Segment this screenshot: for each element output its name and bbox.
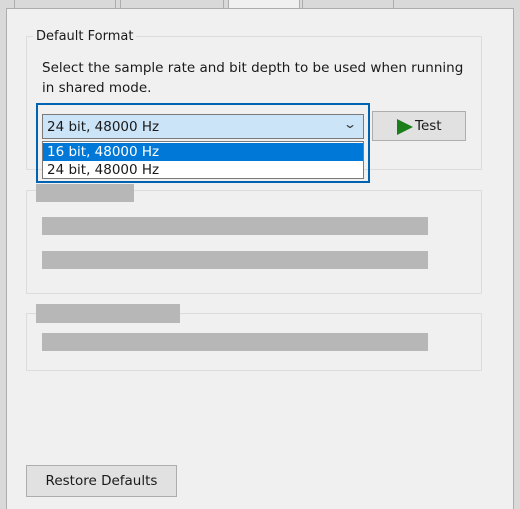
format-combobox-value: 24 bit, 48000 Hz: [47, 119, 160, 135]
format-dropdown-list: 16 bit, 48000 Hz 24 bit, 48000 Hz: [42, 141, 364, 179]
test-button[interactable]: Test: [372, 111, 466, 141]
redacted-option-2: [42, 251, 428, 269]
format-option-24bit[interactable]: 24 bit, 48000 Hz: [43, 161, 363, 179]
test-button-label: Test: [415, 118, 442, 134]
restore-defaults-button[interactable]: Restore Defaults: [26, 465, 177, 497]
chevron-down-icon[interactable]: ⌄: [343, 117, 357, 131]
redacted-option-1: [42, 217, 428, 235]
format-combobox[interactable]: 24 bit, 48000 Hz ⌄: [42, 114, 364, 139]
default-format-legend: Default Format: [33, 29, 137, 45]
redacted-legend-2: [36, 184, 134, 202]
play-icon: [397, 119, 413, 135]
default-format-description: Select the sample rate and bit depth to …: [42, 60, 464, 96]
format-option-16bit[interactable]: 16 bit, 48000 Hz: [43, 143, 363, 161]
redacted-group-2: [26, 190, 482, 294]
redacted-legend-3: [36, 304, 180, 323]
redacted-option-3: [42, 333, 428, 351]
